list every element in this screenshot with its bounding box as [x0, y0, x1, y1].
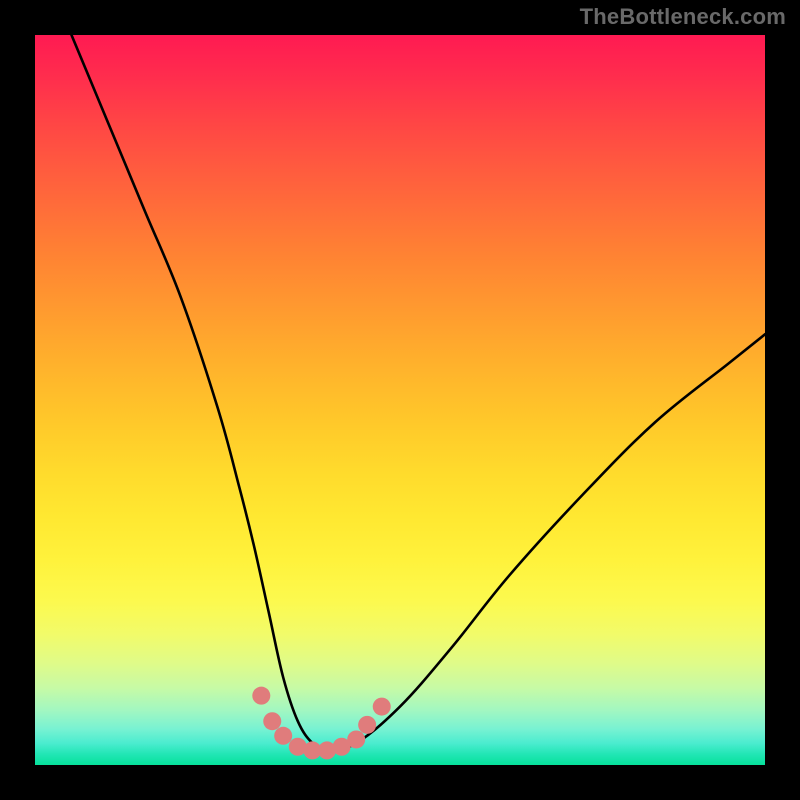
chart-frame: TheBottleneck.com [0, 0, 800, 800]
fit-markers-group [252, 687, 390, 760]
fit-marker [274, 727, 292, 745]
fit-marker [358, 716, 376, 734]
fit-marker [252, 687, 270, 705]
watermark-text: TheBottleneck.com [580, 4, 786, 30]
fit-marker [347, 730, 365, 748]
fit-marker [263, 712, 281, 730]
bottleneck-curve [35, 35, 765, 750]
fit-marker [373, 698, 391, 716]
plot-area [35, 35, 765, 765]
chart-svg [35, 35, 765, 765]
